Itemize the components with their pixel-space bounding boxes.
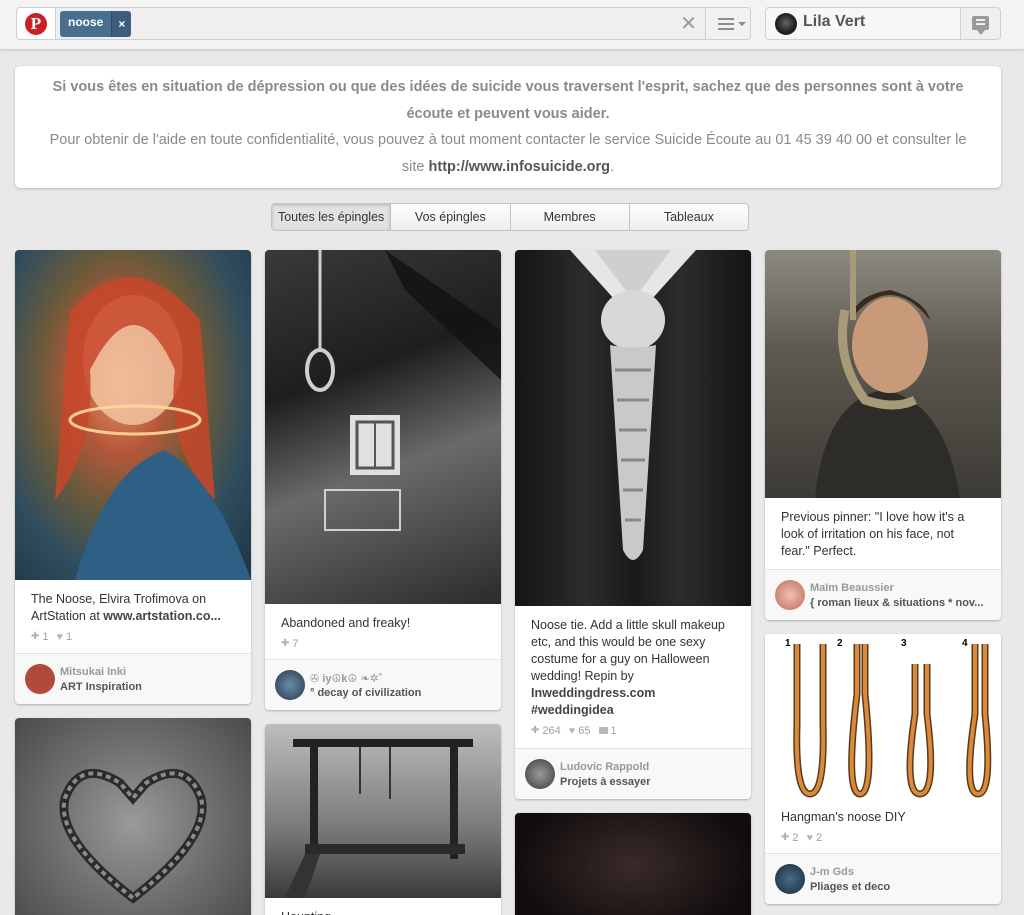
pin-description: The Noose, Elvira Trofimova on ArtStatio…	[31, 592, 221, 623]
repin-icon: ✚	[531, 725, 540, 736]
hamburger-icon	[718, 18, 734, 30]
pinner-name[interactable]: J-m Gds	[810, 866, 854, 878]
top-bar: P noose × ✕ Lila Vert	[0, 0, 1024, 50]
remove-token-icon[interactable]: ×	[111, 11, 132, 37]
pinner-name[interactable]: Ludovic Rappold	[560, 761, 649, 773]
pin-illustration	[570, 250, 696, 560]
pin-description: Haunting	[265, 898, 501, 915]
pin-image[interactable]	[515, 813, 751, 915]
pin-description: Hangman's noose DIY	[781, 810, 906, 824]
pin-stats: ✚ 1 ♥ 1	[31, 630, 73, 643]
pin-image[interactable]	[515, 250, 751, 606]
pin-card[interactable]	[515, 813, 751, 915]
gallows-illustration	[285, 739, 473, 898]
repin-icon: ✚	[281, 638, 290, 649]
search-token-label: noose	[60, 11, 112, 37]
pinner-name[interactable]: Maïm Beaussier	[810, 582, 894, 594]
board-name[interactable]: { roman lieux & situations * nov...	[810, 597, 990, 609]
pin-card[interactable]: Abandoned and freaky! ✚ 7 ✇ iy☮k☮ ❧✲˚ ° d…	[265, 250, 501, 710]
pin-image[interactable]	[15, 250, 251, 580]
knot-step-number: 4	[962, 638, 968, 649]
pin-attribution[interactable]: J-m Gds Pliages et deco	[765, 853, 1001, 904]
pin-card[interactable]: The Noose, Elvira Trofimova on ArtStatio…	[15, 250, 251, 704]
repin-icon: ✚	[31, 631, 40, 642]
pin-image[interactable]: 1 2 3 4	[765, 634, 1001, 798]
heart-rope-illustration	[59, 769, 207, 904]
user-profile-button[interactable]: Lila Vert	[765, 7, 961, 40]
tab-your-pins[interactable]: Vos épingles	[391, 204, 511, 230]
avatar	[25, 664, 55, 694]
tab-members[interactable]: Membres	[510, 204, 630, 230]
pin-image[interactable]	[265, 250, 501, 604]
pin-stats: ✚ 7	[281, 637, 299, 650]
pin-attribution[interactable]: Mitsukai Inki ART Inspiration	[15, 653, 251, 704]
board-name[interactable]: ART Inspiration	[60, 681, 240, 693]
user-name: Lila Vert	[803, 13, 866, 30]
heart-icon: ♥	[568, 724, 576, 737]
pin-description: Abandoned and freaky!	[281, 616, 411, 630]
knot-step-number: 2	[837, 638, 843, 649]
avatar	[275, 670, 305, 700]
pin-description: Previous pinner: "I love how it's a look…	[781, 510, 965, 558]
board-name[interactable]: Projets à essayer	[560, 776, 740, 788]
avatar	[525, 759, 555, 789]
knot-step-number: 1	[785, 638, 791, 649]
pin-card[interactable]: 1 2 3 4 Hangman's noose DIY ✚ 2 ♥ 2 J-m Gd…	[765, 634, 1001, 904]
knot-diagram: 1 2 3 4	[785, 638, 992, 798]
pin-illustration	[815, 250, 960, 498]
pin-attribution[interactable]: ✇ iy☮k☮ ❧✲˚ ° decay of civilization	[265, 659, 501, 710]
search-filter-tabs: Toutes les épingles Vos épingles Membres…	[271, 203, 749, 231]
tab-all-pins[interactable]: Toutes les épingles	[272, 204, 392, 230]
pin-image[interactable]	[265, 724, 501, 898]
board-name[interactable]: ° decay of civilization	[310, 687, 490, 699]
avatar	[775, 580, 805, 610]
pin-illustration	[305, 250, 501, 531]
pin-attribution[interactable]: Ludovic Rappold Projets à essayer	[515, 748, 751, 799]
chevron-down-icon	[738, 22, 746, 26]
search-token: noose ×	[60, 11, 132, 37]
heart-icon: ♥	[56, 630, 64, 643]
pin-source-link[interactable]: www.artstation.co...	[103, 609, 221, 623]
pinner-name[interactable]: ✇ iy☮k☮ ❧✲˚	[310, 672, 382, 685]
tab-boards[interactable]: Tableaux	[629, 204, 748, 230]
heart-icon: ♥	[806, 831, 814, 844]
notification-icon	[972, 16, 989, 35]
menu-button[interactable]	[705, 7, 751, 40]
notice-body: Pour obtenir de l'aide en toute confiden…	[49, 132, 967, 175]
pin-description: Noose tie. Add a little skull makeup etc…	[531, 618, 725, 717]
pinterest-logo-button[interactable]: P	[16, 7, 56, 40]
pinterest-logo-icon: P	[25, 12, 47, 35]
pin-card[interactable]	[15, 718, 251, 915]
repin-icon: ✚	[781, 832, 790, 843]
board-name[interactable]: Pliages et deco	[810, 881, 990, 893]
search-bar[interactable]: noose × ✕	[56, 7, 706, 40]
pin-source-link[interactable]: Inweddingdress.com #weddingidea	[531, 686, 655, 717]
pin-image[interactable]	[15, 718, 251, 915]
comment-icon	[598, 727, 608, 734]
pin-attribution[interactable]: Maïm Beaussier { roman lieux & situation…	[765, 569, 1001, 620]
pinner-name[interactable]: Mitsukai Inki	[60, 666, 126, 678]
notifications-button[interactable]	[960, 7, 1001, 40]
pin-stats: ✚ 2 ♥ 2	[781, 831, 823, 844]
pin-card[interactable]: Haunting	[265, 724, 501, 915]
clear-search-icon[interactable]: ✕	[680, 14, 697, 34]
avatar	[775, 864, 805, 894]
pin-illustration	[55, 277, 251, 580]
notice-headline: Si vous êtes en situation de dépression …	[52, 79, 964, 122]
pin-image[interactable]	[765, 250, 1001, 498]
pin-stats: ✚ 264 ♥ 65 1	[531, 724, 617, 737]
knot-step-number: 3	[901, 638, 907, 649]
suicide-prevention-notice: Si vous êtes en situation de dépression …	[15, 66, 1001, 188]
pin-card[interactable]: Noose tie. Add a little skull makeup etc…	[515, 250, 751, 799]
avatar	[775, 13, 797, 35]
pin-card[interactable]: Previous pinner: "I love how it's a look…	[765, 250, 1001, 620]
infosuicide-link[interactable]: http://www.infosuicide.org	[429, 159, 611, 175]
